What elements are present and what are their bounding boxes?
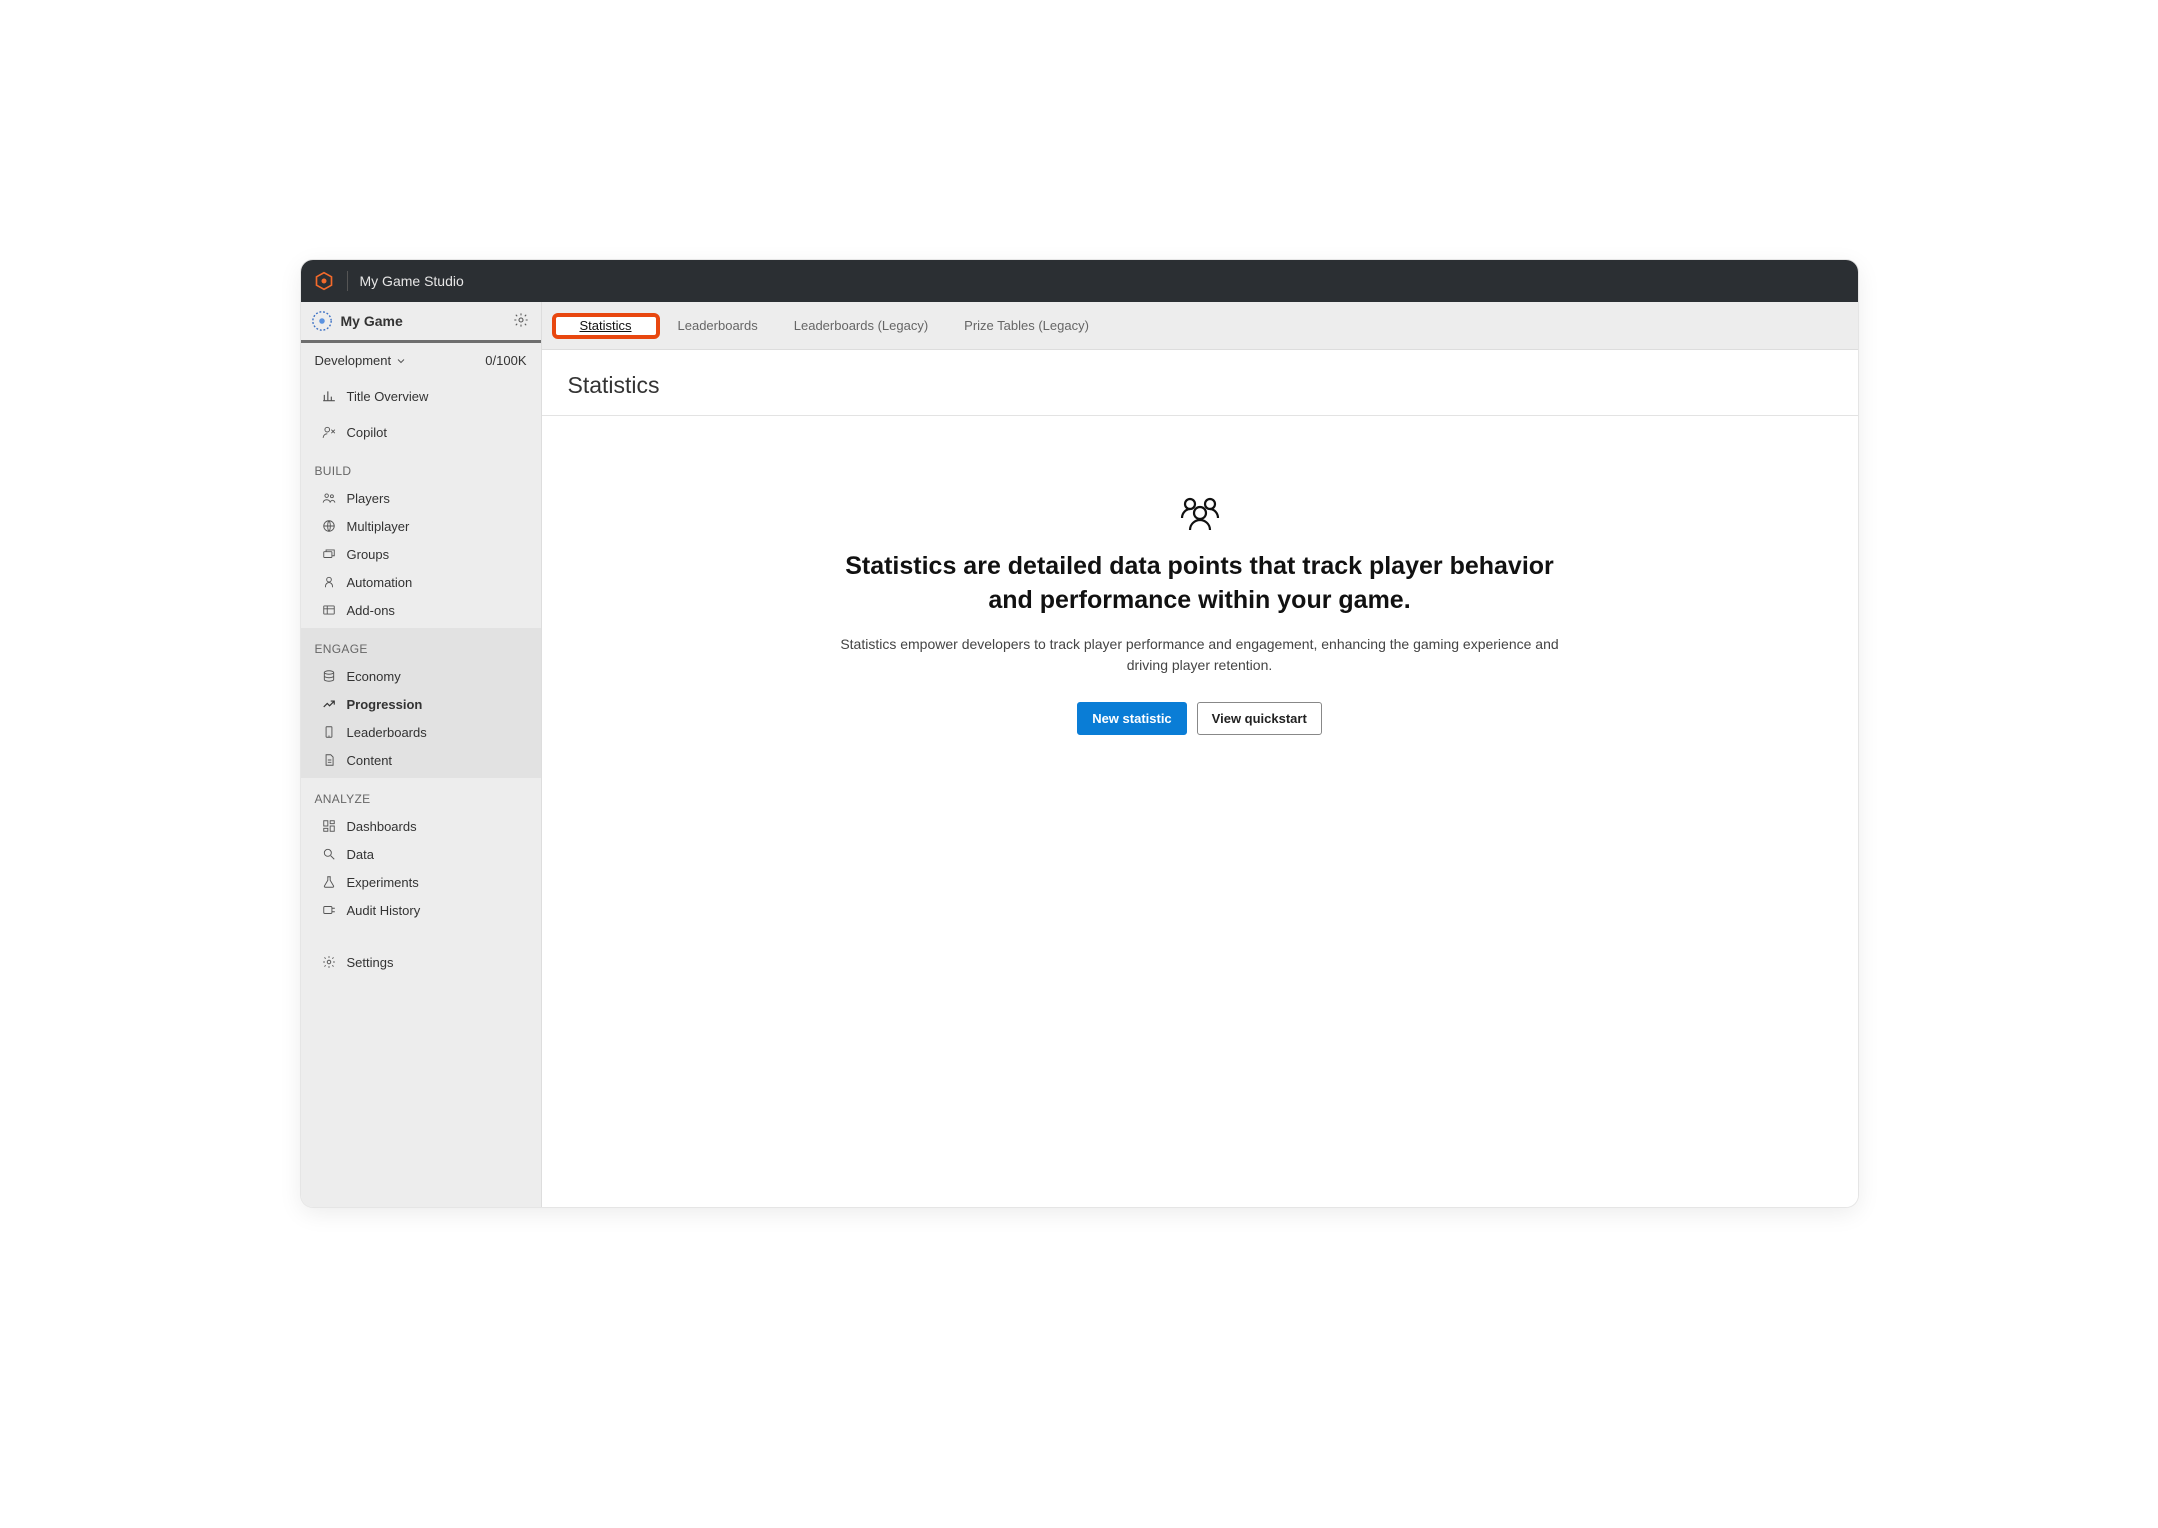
- robot-icon: [321, 574, 337, 590]
- nav-label: Automation: [347, 575, 413, 590]
- nav-label: Add-ons: [347, 603, 395, 618]
- copilot-icon: [321, 424, 337, 440]
- game-logo-icon: [311, 310, 333, 332]
- studio-name[interactable]: My Game Studio: [360, 273, 464, 289]
- nav-label: Players: [347, 491, 390, 506]
- phone-icon: [321, 724, 337, 740]
- nav-audit-history[interactable]: Audit History: [301, 896, 541, 924]
- nav-progression[interactable]: Progression: [301, 690, 541, 718]
- section-analyze: ANALYZE Dashboards Data Experiments Audi…: [301, 778, 541, 928]
- tab-prize-tables-legacy[interactable]: Prize Tables (Legacy): [946, 306, 1107, 345]
- nav-label: Dashboards: [347, 819, 417, 834]
- nav-label: Copilot: [347, 425, 387, 440]
- dashboard-icon: [321, 818, 337, 834]
- view-quickstart-button[interactable]: View quickstart: [1197, 702, 1322, 735]
- body: My Game Development 0/100K Title Overvie…: [301, 302, 1858, 1207]
- nav-settings[interactable]: Settings: [301, 944, 541, 980]
- section-build: BUILD Players Multiplayer Groups Automat…: [301, 450, 541, 628]
- people-icon: [321, 490, 337, 506]
- new-statistic-button[interactable]: New statistic: [1077, 702, 1186, 735]
- section-engage: ENGAGE Economy Progression Leaderboards …: [301, 628, 541, 778]
- nav-label: Audit History: [347, 903, 421, 918]
- globe-icon: [321, 518, 337, 534]
- empty-actions: New statistic View quickstart: [1077, 702, 1322, 735]
- empty-heading: Statistics are detailed data points that…: [840, 550, 1560, 618]
- environment-label: Development: [315, 353, 392, 368]
- nav-automation[interactable]: Automation: [301, 568, 541, 596]
- tab-bar: Statistics Leaderboards Leaderboards (Le…: [542, 302, 1858, 350]
- gear-icon: [321, 954, 337, 970]
- game-settings-button[interactable]: [513, 312, 531, 330]
- nav-experiments[interactable]: Experiments: [301, 868, 541, 896]
- nav-label: Title Overview: [347, 389, 429, 404]
- tab-leaderboards-legacy[interactable]: Leaderboards (Legacy): [776, 306, 946, 345]
- main: Statistics Leaderboards Leaderboards (Le…: [542, 302, 1858, 1207]
- nav-label: Multiplayer: [347, 519, 410, 534]
- empty-subheading: Statistics empower developers to track p…: [840, 634, 1560, 676]
- bar-chart-icon: [321, 388, 337, 404]
- chevron-down-icon: [395, 355, 407, 367]
- environment-selector[interactable]: Development: [315, 353, 408, 368]
- flask-icon: [321, 874, 337, 890]
- nav-label: Content: [347, 753, 393, 768]
- search-icon: [321, 846, 337, 862]
- nav-leaderboards[interactable]: Leaderboards: [301, 718, 541, 746]
- environment-row: Development 0/100K: [301, 343, 541, 378]
- document-icon: [321, 752, 337, 768]
- tab-statistics[interactable]: Statistics: [556, 310, 656, 341]
- nav-players[interactable]: Players: [301, 484, 541, 512]
- sidebar: My Game Development 0/100K Title Overvie…: [301, 302, 542, 1207]
- history-icon: [321, 902, 337, 918]
- nav-content[interactable]: Content: [301, 746, 541, 774]
- game-name: My Game: [341, 313, 505, 329]
- nav-label: Settings: [347, 955, 394, 970]
- trend-up-icon: [321, 696, 337, 712]
- nav-economy[interactable]: Economy: [301, 662, 541, 690]
- nav-label: Leaderboards: [347, 725, 427, 740]
- top-bar-divider: [347, 271, 348, 291]
- usage-counter: 0/100K: [485, 353, 526, 368]
- people-group-icon: [1176, 496, 1224, 532]
- nav-data[interactable]: Data: [301, 840, 541, 868]
- nav-label: Progression: [347, 697, 423, 712]
- tab-leaderboards[interactable]: Leaderboards: [660, 306, 776, 345]
- nav-label: Experiments: [347, 875, 419, 890]
- empty-state: Statistics are detailed data points that…: [542, 416, 1858, 1207]
- top-bar: My Game Studio: [301, 260, 1858, 302]
- nav-title-overview[interactable]: Title Overview: [301, 378, 541, 414]
- nav-dashboards[interactable]: Dashboards: [301, 812, 541, 840]
- section-header: ANALYZE: [301, 784, 541, 812]
- app-window: My Game Studio My Game Development: [301, 260, 1858, 1207]
- product-logo-icon: [313, 270, 335, 292]
- section-header: ENGAGE: [301, 634, 541, 662]
- nav-groups[interactable]: Groups: [301, 540, 541, 568]
- gear-icon: [513, 312, 529, 328]
- page-title: Statistics: [542, 350, 1858, 415]
- nav-label: Groups: [347, 547, 390, 562]
- tab-statistics-highlight: Statistics: [552, 313, 660, 339]
- database-icon: [321, 668, 337, 684]
- nav-label: Economy: [347, 669, 401, 684]
- nav-label: Data: [347, 847, 374, 862]
- game-selector[interactable]: My Game: [301, 302, 541, 343]
- nav-copilot[interactable]: Copilot: [301, 414, 541, 450]
- grid-icon: [321, 602, 337, 618]
- folders-icon: [321, 546, 337, 562]
- nav-multiplayer[interactable]: Multiplayer: [301, 512, 541, 540]
- nav-addons[interactable]: Add-ons: [301, 596, 541, 624]
- section-header: BUILD: [301, 456, 541, 484]
